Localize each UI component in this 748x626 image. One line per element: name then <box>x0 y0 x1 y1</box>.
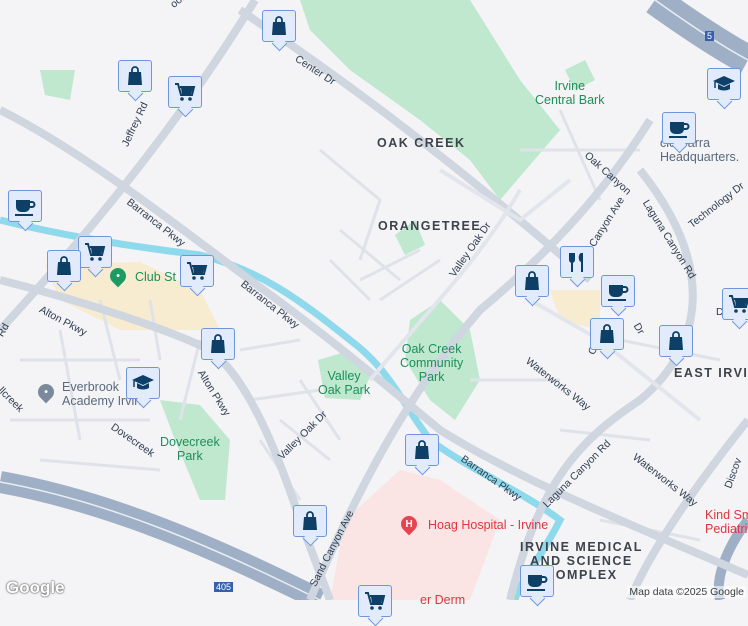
map-marker-shopping-cart[interactable] <box>722 288 748 320</box>
label-club-st: Club St <box>135 270 176 284</box>
map-marker-cafe[interactable] <box>8 190 42 222</box>
label-hoag: Hoag Hospital - Irvine <box>428 518 549 532</box>
map-marker-shopping-cart[interactable] <box>180 255 214 287</box>
shopping-bag-icon <box>669 331 683 350</box>
label-east-irvine: EAST IRVINE <box>674 366 748 380</box>
google-logo[interactable]: Google <box>6 578 65 598</box>
label-dovecreek-park: Dovecreek Park <box>160 435 220 463</box>
shopping-cart-icon <box>729 295 748 313</box>
shopping-cart-icon <box>175 83 196 101</box>
label-orangetree: ORANGETREE <box>378 219 482 233</box>
shopping-cart-icon <box>187 262 208 280</box>
cafe-icon <box>669 122 690 138</box>
map-marker-cafe[interactable] <box>662 112 696 144</box>
cafe-icon <box>608 285 629 301</box>
map-marker-shopping-bag[interactable] <box>590 318 624 350</box>
label-oak-creek: OAK CREEK <box>377 136 466 150</box>
left-park <box>40 70 75 100</box>
shopping-bag-icon <box>600 324 614 343</box>
shopping-bag-icon <box>57 256 71 275</box>
freeway-405-shield: 405 <box>214 582 234 592</box>
map-marker-cafe[interactable] <box>520 565 554 597</box>
shopping-bag-icon <box>525 271 539 290</box>
map-marker-shopping-bag[interactable] <box>201 328 235 360</box>
label-valley-oak-park: Valley Oak Park <box>318 369 371 397</box>
map-marker-shopping-cart[interactable] <box>78 236 112 268</box>
label-bottom-red: er Derm <box>420 593 466 607</box>
cafe-icon <box>527 575 548 591</box>
shopping-bag-icon <box>303 511 317 530</box>
map-marker-shopping-cart[interactable] <box>358 585 392 617</box>
map-marker-school[interactable] <box>707 68 741 100</box>
map-marker-shopping-bag[interactable] <box>659 325 693 357</box>
map-marker-shopping-bag[interactable] <box>118 60 152 92</box>
map-marker-restaurant[interactable] <box>560 246 594 278</box>
label-oak-creek-park: Oak Creek Community Park <box>400 342 464 384</box>
map-marker-shopping-bag[interactable] <box>293 505 327 537</box>
label-irvine-central-bark: Irvine Central Bark <box>535 79 605 107</box>
hospital-campus <box>330 470 500 600</box>
school-icon <box>132 375 154 390</box>
map-marker-shopping-bag[interactable] <box>47 250 81 282</box>
shopping-bag-icon <box>211 334 225 353</box>
shopping-bag-icon <box>128 66 142 85</box>
shopping-bag-icon <box>272 16 286 35</box>
map-marker-school[interactable] <box>126 367 160 399</box>
map-marker-shopping-bag[interactable] <box>262 10 296 42</box>
shopping-bag-icon <box>415 440 429 459</box>
shopping-cart-icon <box>365 592 386 610</box>
oak-creek-greenbelt <box>300 0 560 200</box>
cafe-icon <box>15 200 36 216</box>
school-icon <box>713 76 735 91</box>
freeway-5-shield: 5 <box>705 31 715 41</box>
label-kind-smiles: Kind Sm Pediatri <box>705 508 748 536</box>
map-marker-shopping-cart[interactable] <box>168 76 202 108</box>
map-marker-shopping-bag[interactable] <box>515 265 549 297</box>
restaurant-icon <box>569 253 583 272</box>
shopping-cart-icon <box>85 243 106 261</box>
map-canvas[interactable] <box>0 0 748 600</box>
map-marker-cafe[interactable] <box>601 275 635 307</box>
map-attribution[interactable]: Map data ©2025 Google <box>627 586 746 598</box>
map-marker-shopping-bag[interactable] <box>405 434 439 466</box>
